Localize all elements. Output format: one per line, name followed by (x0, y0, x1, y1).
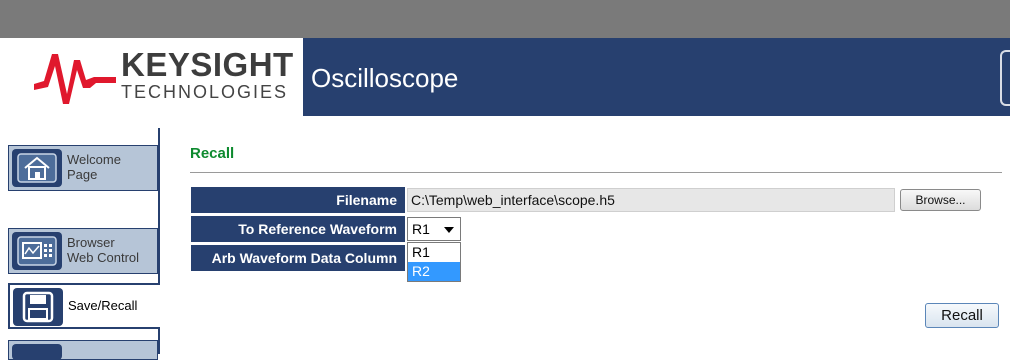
sidebar-item-label: Browser Web Control (67, 235, 140, 265)
sidebar-item-partial[interactable] (8, 340, 158, 360)
reference-waveform-label: To Reference Waveform (191, 216, 405, 242)
browse-button[interactable]: Browse... (900, 189, 981, 211)
floppy-disk-icon (13, 288, 63, 326)
app-title: Oscilloscope (311, 63, 459, 93)
logo-subtitle: TECHNOLOGIES (121, 82, 289, 102)
sidebar-item-browser-web-control[interactable]: Browser Web Control (8, 228, 158, 274)
keysight-wave-icon (34, 54, 116, 104)
reference-waveform-select[interactable]: R1 (407, 217, 461, 241)
window-top-bar (0, 0, 1010, 38)
arb-waveform-label: Arb Waveform Data Column (191, 245, 405, 271)
section-divider (190, 172, 1002, 173)
dropdown-option-r2[interactable]: R2 (408, 262, 460, 281)
filename-label: Filename (191, 187, 405, 213)
app-header: KEYSIGHT TECHNOLOGIES Oscilloscope (10, 38, 1010, 116)
select-value: R1 (412, 221, 430, 237)
generic-page-icon (12, 344, 62, 360)
section-title: Recall (190, 145, 235, 162)
sidebar-item-save-recall[interactable]: Save/Recall (8, 283, 160, 329)
sidebar-item-label: Welcome Page (67, 152, 121, 182)
sidebar-item-label: Save/Recall (68, 298, 138, 313)
sidebar-item-welcome[interactable]: Welcome Page (8, 145, 158, 191)
logo-name: KEYSIGHT (121, 46, 294, 83)
filename-field[interactable]: C:\Temp\web_interface\scope.h5 (407, 188, 895, 212)
recall-button[interactable]: Recall (925, 303, 999, 328)
keysight-logo: KEYSIGHT TECHNOLOGIES (10, 38, 303, 116)
reference-waveform-dropdown: R1 R2 (407, 242, 461, 282)
home-icon (12, 149, 62, 187)
dropdown-option-r1[interactable]: R1 (408, 243, 460, 262)
browser-control-icon (12, 232, 62, 270)
header-edge-button[interactable] (1000, 50, 1010, 106)
chevron-down-icon (444, 227, 454, 233)
